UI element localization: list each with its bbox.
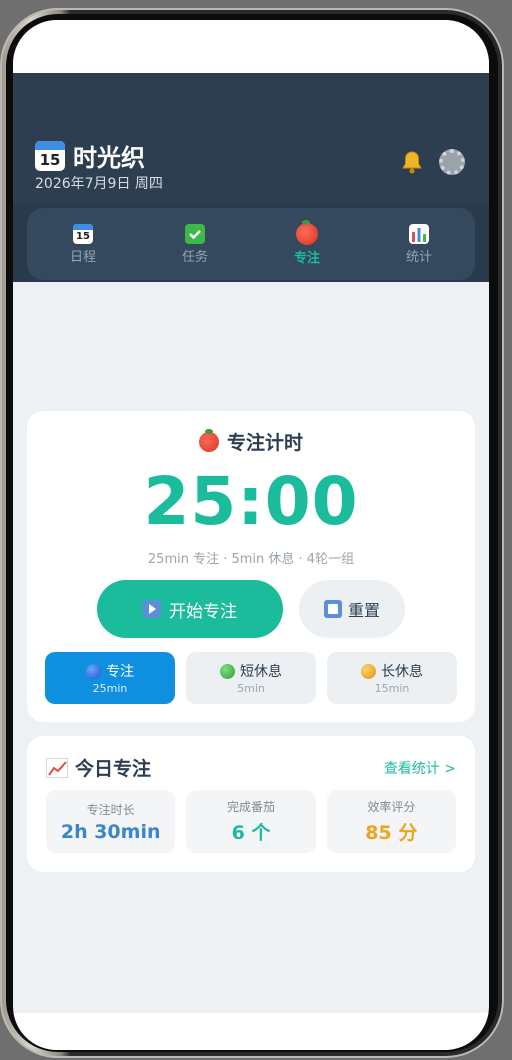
start-focus-label: 开始专注 [169,601,237,622]
mode-label: 短休息 [240,664,282,680]
timer-card-title-text: 专注计时 [226,432,303,454]
today-focus-card: 今日专注 查看统计 > 专注时长 2h 30min 完成番茄 6 个 效率评分 … [27,736,475,872]
stat-label: 效率评分 [367,800,416,814]
gear-icon[interactable] [439,149,465,175]
mode-short-break[interactable]: 短休息 5min [186,652,316,704]
mode-duration: 5min [237,682,265,695]
stop-icon [323,600,342,618]
app-header: 15 时光织 2026年7月9日 周四 15 日程 任务 专注 统计 [13,73,489,282]
calendar-icon: 15 [35,140,65,171]
mode-long-break[interactable]: 长休息 15min [327,652,457,704]
timer-mode-selector: 专注 25min 短休息 5min 长休息 15min [45,652,457,704]
phone-screen: 15 时光织 2026年7月9日 周四 15 日程 任务 专注 统计 专注计时 … [13,20,489,1050]
stat-label: 完成番茄 [226,800,275,814]
stat-value: 85 分 [365,822,418,844]
stat-label: 专注时长 [86,802,135,817]
today-stats: 专注时长 2h 30min 完成番茄 6 个 效率评分 85 分 [46,790,456,853]
main-nav: 15 日程 任务 专注 统计 [27,208,475,280]
reset-button[interactable]: 重置 [299,580,405,638]
mode-duration: 15min [374,682,410,695]
start-focus-button[interactable]: 开始专注 [97,580,283,638]
bell-icon[interactable] [399,149,425,175]
bar-chart-icon [409,223,429,244]
mode-duration: 25min [92,682,128,695]
tomato-icon [296,219,318,245]
orange-dot-icon [361,663,376,679]
mode-label: 专注 [106,664,134,680]
mode-short-break-row: 短休息 [220,661,282,681]
stat-focus-duration: 专注时长 2h 30min [46,790,176,853]
app-title-text: 时光织 [73,144,145,172]
status-bar [13,20,489,73]
stat-efficiency: 效率评分 85 分 [326,790,456,853]
green-dot-icon [220,663,235,679]
calendar-icon: 15 [73,223,93,244]
trend-chart-icon [46,757,68,778]
focus-timer-card: 专注计时 25:00 25min 专注 · 5min 休息 · 4轮一组 开始专… [27,411,475,722]
checkbox-icon [185,223,205,244]
tomato-icon [198,428,219,452]
tab-label: 日程 [69,249,96,265]
tab-label: 任务 [181,249,208,265]
app-date: 2026年7月9日 周四 [35,176,163,192]
timer-display: 25:00 [143,463,359,540]
reset-label: 重置 [347,601,380,620]
today-card-title: 今日专注 [46,754,151,781]
tab-schedule[interactable]: 15 日程 [27,208,139,280]
calendar-icon-day: 15 [39,150,61,169]
stat-value: 6 个 [231,822,271,844]
stat-pomodoros: 完成番茄 6 个 [186,790,316,853]
calendar-icon-top [35,140,65,150]
tab-label: 统计 [405,249,432,265]
bottom-bar [13,1013,489,1050]
tab-focus[interactable]: 专注 [251,208,363,280]
mode-label: 长休息 [381,664,423,680]
app-title: 15 时光织 [35,138,145,173]
tab-tasks[interactable]: 任务 [139,208,251,280]
play-icon [143,600,161,618]
mode-long-break-row: 长休息 [361,661,423,681]
mode-focus[interactable]: 专注 25min [45,652,175,704]
header-actions [399,149,465,175]
timer-settings-summary: 25min 专注 · 5min 休息 · 4轮一组 [147,552,355,567]
view-stats-link[interactable]: 查看统计 > [384,758,456,778]
timer-card-title: 专注计时 [27,428,475,455]
blue-dot-icon [86,663,101,679]
today-card-title-text: 今日专注 [75,758,152,780]
tab-stats[interactable]: 统计 [363,208,475,280]
mode-focus-row: 专注 [86,661,134,681]
stat-value: 2h 30min [60,820,161,843]
tab-label: 专注 [293,250,320,266]
